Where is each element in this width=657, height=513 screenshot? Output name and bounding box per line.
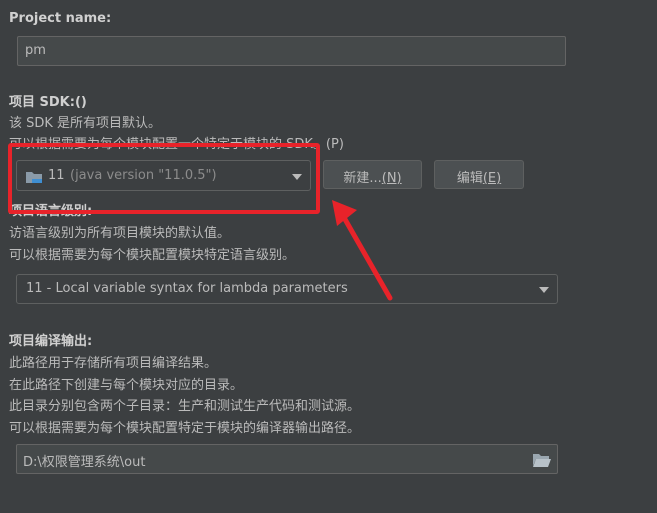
compiler-output-path: D:\权限管理系统\out: [23, 455, 146, 470]
sdk-new-label: 新建...: [343, 171, 382, 186]
language-level-desc-1: 访语言级别为所有项目模块的默认值。: [9, 226, 231, 241]
folder-open-icon[interactable]: [532, 452, 552, 468]
compiler-output-path-input[interactable]: D:\权限管理系统\out: [16, 444, 558, 474]
language-level-title: 项目语言级别:: [9, 204, 93, 219]
language-level-combobox[interactable]: 11 - Local variable syntax for lambda pa…: [16, 274, 558, 304]
sdk-edit-mnemonic: (E): [482, 171, 502, 186]
sdk-combobox[interactable]: 11 (java version "11.0.5"): [16, 160, 311, 191]
sdk-version-detail: (java version "11.0.5"): [70, 168, 217, 183]
compiler-output-desc-3: 此目录分别包含两个子目录：生产和测试生产代码和测试源。: [9, 399, 361, 414]
sdk-folder-icon: [25, 170, 43, 184]
project-name-label: Project name:: [9, 11, 112, 26]
project-sdk-title: 项目 SDK:(): [9, 95, 87, 110]
project-name-value: pm: [25, 43, 46, 58]
sdk-edit-label: 编辑: [456, 171, 483, 186]
sdk-new-mnemonic: (N): [381, 171, 402, 186]
compiler-output-desc-2: 在此路径下创建与每个模块对应的目录。: [9, 378, 244, 393]
project-sdk-desc-2: 可以根据需要为每个模块配置一个特定于模块的 SDK。(P): [9, 137, 344, 152]
sdk-version: 11: [48, 168, 65, 183]
annotation-arrow-head: [332, 200, 357, 226]
project-name-input[interactable]: pm: [17, 36, 566, 66]
language-level-desc-2: 可以根据需要为每个模块配置模块特定语言级别。: [9, 248, 296, 263]
project-sdk-desc-1: 该 SDK 是所有项目默认。: [9, 116, 162, 131]
compiler-output-title: 项目编译输出:: [9, 334, 93, 349]
sdk-new-button[interactable]: 新建...(N): [323, 160, 422, 189]
sdk-edit-button[interactable]: 编辑(E): [434, 160, 524, 189]
chevron-down-icon: [539, 287, 549, 293]
compiler-output-desc-4: 可以根据需要为每个模块配置特定于模块的编译器输出路径。: [9, 421, 361, 436]
language-level-value: 11 - Local variable syntax for lambda pa…: [26, 281, 348, 296]
chevron-down-icon: [292, 174, 302, 180]
compiler-output-desc-1: 此路径用于存储所有项目编译结果。: [9, 356, 218, 371]
